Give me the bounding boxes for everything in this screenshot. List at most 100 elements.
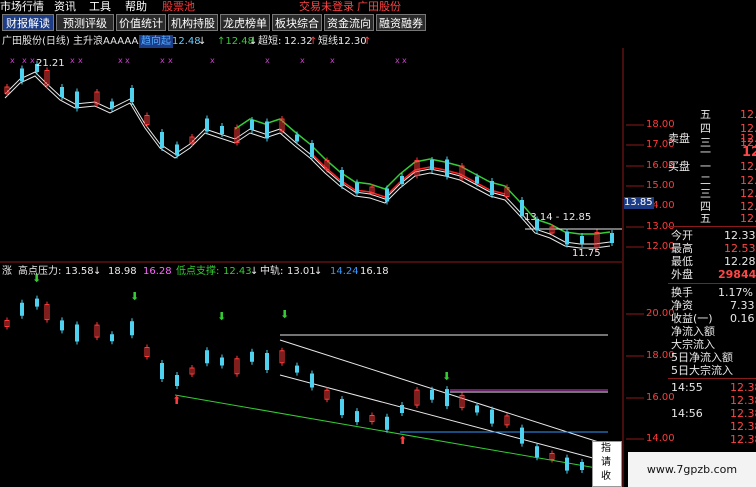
stat-value-eps: 0.16	[730, 312, 755, 325]
main-candle-body	[175, 144, 179, 156]
tick-price-1: 12.38	[730, 381, 756, 394]
sub-candle-body	[60, 320, 64, 331]
main-candle-body	[20, 68, 24, 82]
stat-value-net-assets: 7.33	[730, 299, 755, 312]
main-grid	[626, 124, 644, 248]
signal-x-mark: x	[78, 56, 83, 65]
sub-candle-body	[340, 399, 344, 416]
stat-label-eps: 收益(一)	[671, 312, 713, 325]
buy-label: 买盘	[668, 160, 690, 173]
sub-candle-body	[385, 416, 389, 430]
flow-block-inflow: 大宗流入	[671, 338, 715, 351]
main-candles	[4, 61, 614, 251]
main-candle-body	[160, 132, 164, 148]
resistance-arrow-icon: ⬇	[280, 308, 289, 321]
band-value-2: 14.24	[330, 266, 359, 277]
sell-row-5-label: 五	[700, 108, 711, 121]
current-price-tag: 13.85	[624, 197, 654, 209]
main-candle-body	[400, 176, 404, 184]
axis-label-18: 18.00	[646, 119, 675, 130]
signal-x-mark: x	[118, 56, 123, 65]
signal-x-mark: x	[160, 56, 165, 65]
sub-candle-body	[265, 353, 269, 370]
buy-row-1-price: 12.4	[740, 160, 756, 173]
quote-label-high: 最高	[671, 242, 693, 255]
tick-price-4: 12.38	[730, 420, 756, 433]
buy-row-2-price: 12.3	[740, 174, 756, 187]
quote-label-outer: 外盘	[671, 268, 693, 281]
resistance-value: 13.58	[65, 266, 94, 277]
main-candle-body	[610, 233, 614, 243]
tick-price-3: 12.38	[730, 407, 756, 420]
sub-prefix: 涨	[2, 266, 12, 277]
axis-label-15: 15.00	[646, 180, 675, 191]
main-candle-body	[565, 231, 569, 245]
sub-candle-body	[20, 302, 24, 316]
main-candle-body	[75, 91, 79, 109]
signal-x-mark: x	[125, 56, 130, 65]
support-value: 12.43	[223, 266, 252, 277]
signal-x-mark: x	[330, 56, 335, 65]
panel-divider-1	[668, 226, 756, 227]
sell-row-5-price: 12.4	[740, 108, 756, 121]
quote-value-outer: 29844	[718, 268, 756, 281]
signal-x-mark: x	[265, 56, 270, 65]
popup-item-1[interactable]: 指	[593, 442, 621, 456]
signal-x-mark: x	[300, 56, 305, 65]
sub-candle-body	[565, 457, 569, 471]
flow-net-inflow: 净流入额	[671, 325, 715, 338]
sub-grid	[626, 313, 644, 440]
sub-candle-body	[110, 334, 114, 342]
sub-candle-body	[250, 351, 254, 362]
quote-label-low: 最低	[671, 255, 693, 268]
popup-item-2[interactable]: 请	[593, 456, 621, 470]
sub-candle-body	[535, 446, 539, 458]
sub-candle-body	[475, 405, 479, 413]
stat-label-net-assets: 净资	[671, 299, 693, 312]
main-candle-body	[250, 120, 254, 130]
main-candle-body	[490, 181, 494, 195]
signal-x-mark: x	[22, 56, 27, 65]
main-candle-body	[295, 134, 299, 142]
quote-value-low: 12.28	[724, 255, 756, 268]
buy-row-5-price: 12.3	[740, 212, 756, 225]
tick-price-5: 12.38	[730, 433, 756, 446]
context-popup[interactable]: 指 请 收	[592, 441, 622, 487]
range-label: 13.14 - 12.85	[524, 212, 592, 223]
resistance-label: 高点压力:	[18, 266, 62, 277]
quote-value-open: 12.33	[724, 229, 756, 242]
main-candle-body	[220, 126, 224, 134]
resistance-value-2: 18.98	[108, 266, 137, 277]
sub-candle-body	[430, 389, 434, 400]
tick-price-2: 12.38	[730, 394, 756, 407]
buy-row-5-label: 五	[700, 212, 711, 225]
watermark: www.7gpzb.com	[628, 452, 756, 487]
main-candle-body	[445, 159, 449, 177]
main-candle-body	[385, 188, 389, 202]
sub-candle-body	[490, 409, 494, 424]
high-price-label: 21.21	[36, 58, 65, 69]
signal-x-mark: x	[10, 56, 15, 65]
support-arrow: ↓	[250, 266, 259, 277]
main-candle-body	[340, 170, 344, 186]
trend-lines	[174, 334, 609, 471]
sell-row-4-label: 四	[700, 122, 711, 135]
sub-candle-body	[580, 462, 584, 470]
signal-x-mark: x	[402, 56, 407, 65]
buy-row-3-price: 12.3	[740, 187, 756, 200]
main-candle-body	[265, 121, 269, 139]
signal-x-mark: x	[210, 56, 215, 65]
stat-label-turnover: 换手	[671, 286, 693, 299]
main-candle-body	[130, 88, 134, 102]
resistance-arrow: ↓	[93, 266, 102, 277]
panel-divider-3	[668, 378, 756, 379]
sell-row-1-label: 一	[700, 146, 711, 159]
main-candle-body	[475, 176, 479, 184]
popup-item-3[interactable]: 收	[593, 470, 621, 484]
main-candle-body	[430, 160, 434, 170]
sub-candle-body	[205, 350, 209, 364]
flow-5d-net-inflow: 5日净流入额	[671, 351, 733, 364]
sub-candle-body	[355, 411, 359, 423]
tick-time-3: 14:56	[671, 407, 703, 420]
buy-big-price: 12.	[742, 145, 756, 160]
